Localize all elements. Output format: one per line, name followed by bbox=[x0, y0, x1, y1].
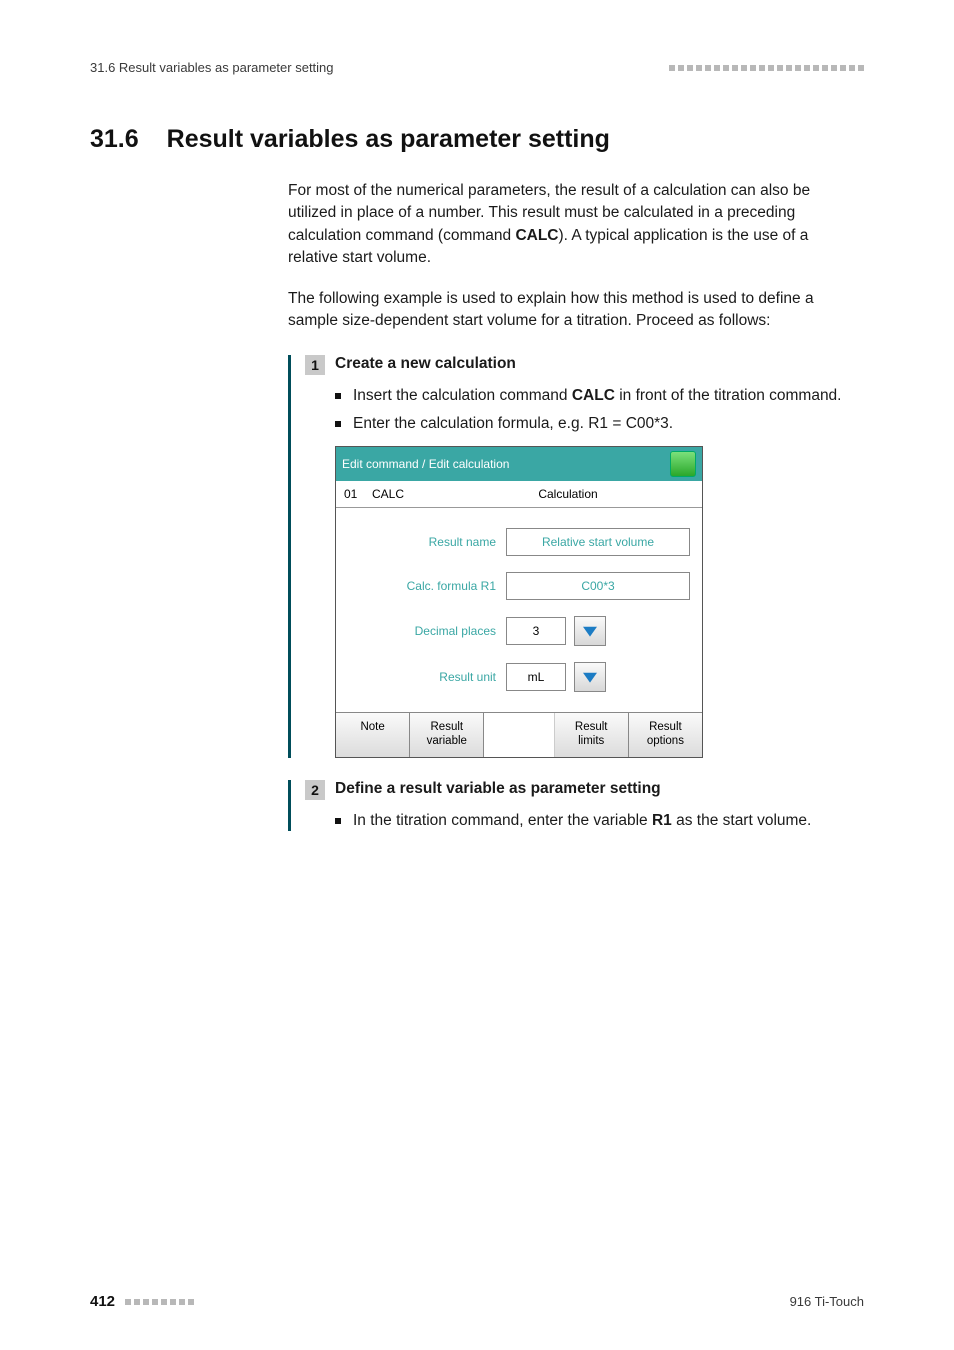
step-2-bullet-1: In the titration command, enter the vari… bbox=[335, 810, 875, 832]
result-name-label: Result name bbox=[348, 535, 506, 549]
page-footer: 412 916 Ti-Touch bbox=[90, 1293, 864, 1310]
device-tab-row: 01 CALC Calculation bbox=[336, 481, 702, 508]
bottom-spacer bbox=[484, 713, 554, 757]
header-ornament bbox=[669, 65, 864, 71]
section-number: 31.6 bbox=[90, 125, 139, 154]
device-title: Edit command / Edit calculation bbox=[342, 457, 509, 471]
result-unit-dropdown[interactable] bbox=[574, 662, 606, 692]
body-text: For most of the numerical parameters, th… bbox=[288, 180, 858, 333]
calc-formula-input[interactable]: C00*3 bbox=[506, 572, 690, 600]
page: 31.6 Result variables as parameter setti… bbox=[0, 0, 954, 1350]
paragraph-2: The following example is used to explain… bbox=[288, 288, 858, 333]
chevron-down-icon bbox=[583, 670, 597, 684]
decimal-places-dropdown[interactable] bbox=[574, 616, 606, 646]
result-options-button[interactable]: Resultoptions bbox=[629, 713, 702, 757]
field-result-name: Result name Relative start volume bbox=[348, 528, 690, 556]
step-2-header: 2 Define a result variable as parameter … bbox=[305, 780, 875, 800]
step-1-title: Create a new calculation bbox=[335, 355, 516, 373]
device-fields: Result name Relative start volume Calc. … bbox=[336, 508, 702, 712]
step-1-number: 1 bbox=[305, 355, 325, 375]
decimal-places-input[interactable]: 3 bbox=[506, 617, 566, 645]
result-unit-label: Result unit bbox=[348, 670, 506, 684]
field-decimal-places: Decimal places 3 bbox=[348, 616, 690, 646]
footer-ornament bbox=[125, 1299, 194, 1305]
running-header-left: 31.6 Result variables as parameter setti… bbox=[90, 60, 334, 75]
field-calc-formula: Calc. formula R1 C00*3 bbox=[348, 572, 690, 600]
running-header: 31.6 Result variables as parameter setti… bbox=[90, 60, 864, 75]
step-2: 2 Define a result variable as parameter … bbox=[288, 780, 875, 832]
result-unit-input[interactable]: mL bbox=[506, 663, 566, 691]
section-title: Result variables as parameter setting bbox=[167, 125, 610, 154]
device-panel: Edit command / Edit calculation 01 CALC … bbox=[335, 446, 703, 758]
chevron-down-icon bbox=[583, 624, 597, 638]
result-variable-button[interactable]: Resultvariable bbox=[410, 713, 484, 757]
field-result-unit: Result unit mL bbox=[348, 662, 690, 692]
section-heading: 31.6 Result variables as parameter setti… bbox=[90, 125, 864, 154]
result-name-input[interactable]: Relative start volume bbox=[506, 528, 690, 556]
device-tab-cmd: CALC bbox=[372, 487, 432, 501]
page-number: 412 bbox=[90, 1293, 115, 1310]
step-2-title: Define a result variable as parameter se… bbox=[335, 780, 661, 798]
paragraph-1: For most of the numerical parameters, th… bbox=[288, 180, 858, 270]
device-bottom-bar: Note Resultvariable Resultlimits Resulto… bbox=[336, 712, 702, 757]
decimal-places-label: Decimal places bbox=[348, 624, 506, 638]
device-tab-index: 01 bbox=[344, 487, 362, 501]
device-titlebar: Edit command / Edit calculation bbox=[336, 447, 702, 481]
step-1-header: 1 Create a new calculation bbox=[305, 355, 875, 375]
step-1-bullet-1: Insert the calculation command CALC in f… bbox=[335, 385, 875, 407]
footer-product: 916 Ti-Touch bbox=[790, 1294, 864, 1309]
result-limits-button[interactable]: Resultlimits bbox=[555, 713, 629, 757]
step-1-bullet-2: Enter the calculation formula, e.g. R1 =… bbox=[335, 413, 875, 435]
note-button[interactable]: Note bbox=[336, 713, 410, 757]
step-1: 1 Create a new calculation Insert the ca… bbox=[288, 355, 875, 758]
step-2-number: 2 bbox=[305, 780, 325, 800]
home-icon[interactable] bbox=[670, 451, 696, 477]
device-tab-name[interactable]: Calculation bbox=[442, 487, 694, 501]
calc-formula-label: Calc. formula R1 bbox=[348, 579, 506, 593]
